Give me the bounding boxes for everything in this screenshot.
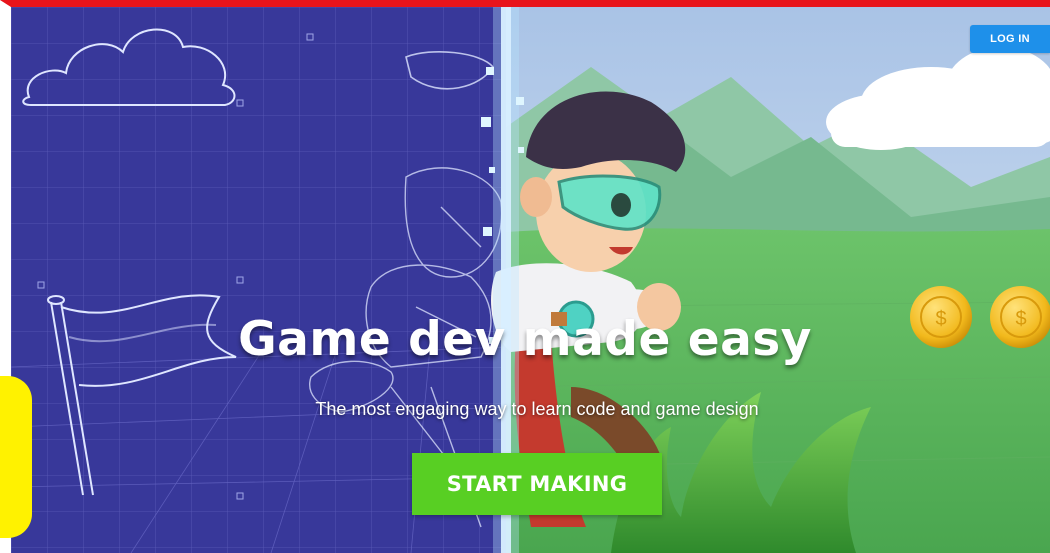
hero-title: Game dev made easy	[238, 312, 812, 367]
side-feedback-tab[interactable]	[0, 376, 32, 538]
login-button[interactable]: LOG IN	[970, 25, 1050, 53]
hero-subtitle: The most engaging way to learn code and …	[315, 399, 759, 419]
start-making-button[interactable]: START MAKING	[412, 453, 662, 515]
